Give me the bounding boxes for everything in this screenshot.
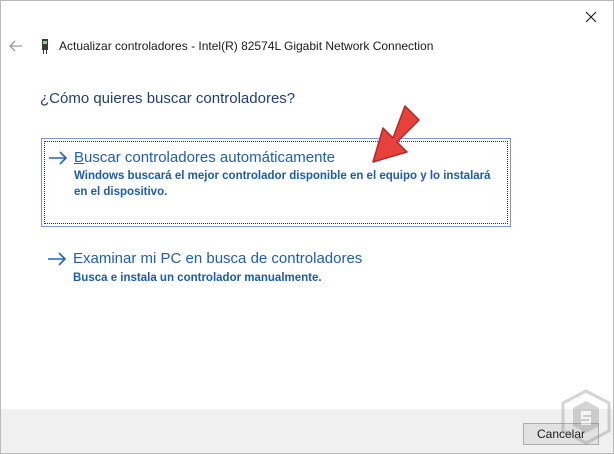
arrow-right-icon <box>48 252 67 266</box>
option-title-text: uscar controladores automáticamente <box>84 149 335 166</box>
update-drivers-dialog: Actualizar controladores - Intel(R) 8257… <box>0 0 614 454</box>
option-title-text: Examinar mi PC en busca de controladores <box>73 250 363 267</box>
search-automatically-option[interactable]: Buscar controladores automáticamente Win… <box>41 138 511 227</box>
dialog-title: Actualizar controladores - Intel(R) 8257… <box>59 39 434 53</box>
option-title: Examinar mi PC en busca de controladores <box>73 250 362 267</box>
option-description: Busca e instala un controlador manualmen… <box>73 272 322 284</box>
option-description: Windows buscará el mejor controlador dis… <box>74 170 491 198</box>
close-button[interactable] <box>571 3 611 31</box>
arrow-right-icon <box>49 151 68 165</box>
back-arrow-icon <box>9 40 22 52</box>
network-adapter-icon <box>42 39 48 54</box>
browse-my-pc-option[interactable]: Examinar mi PC en busca de controladores… <box>41 246 511 296</box>
option-title: Buscar controladores automáticamente <box>74 149 335 166</box>
access-key: B <box>74 149 85 166</box>
site-logo-icon <box>561 389 611 445</box>
page-question: ¿Cómo quieres buscar controladores? <box>40 90 296 107</box>
close-icon <box>585 11 597 23</box>
red-pointer-arrow-icon <box>372 105 420 163</box>
back-button[interactable] <box>7 37 25 55</box>
dialog-header: Actualizar controladores - Intel(R) 8257… <box>1 34 613 60</box>
dialog-footer: Cancelar <box>1 409 613 453</box>
